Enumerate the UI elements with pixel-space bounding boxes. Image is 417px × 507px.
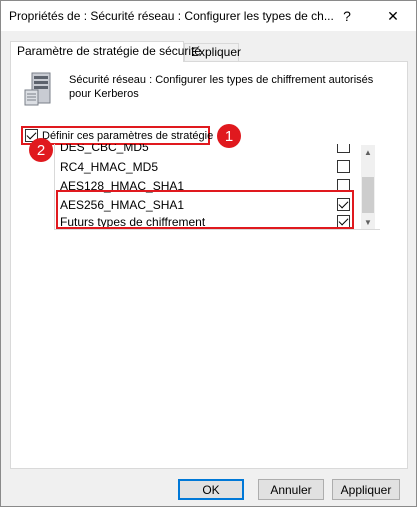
apply-button[interactable]: Appliquer [332, 479, 400, 500]
list-scrollbar[interactable]: ▲ ▼ [361, 145, 375, 229]
list-item-label: RC4_HMAC_MD5 [60, 160, 159, 174]
scroll-thumb[interactable] [362, 177, 374, 213]
ok-button[interactable]: OK [178, 479, 244, 500]
server-policy-icon [24, 72, 51, 106]
scroll-down-arrow-icon[interactable]: ▼ [361, 215, 375, 229]
list-item-des-cbc-md5[interactable]: DES_CBC_MD5 [55, 144, 365, 156]
list-item-rc4-hmac-md5[interactable]: RC4_HMAC_MD5 [55, 157, 365, 176]
callout-badge-2: 2 [29, 138, 53, 162]
tab-panel: Sécurité réseau : Configurer les types d… [10, 61, 408, 469]
callout-highlight-2 [56, 190, 354, 229]
title-bar: Propriétés de : Sécurité réseau : Config… [1, 1, 416, 31]
window-title: Propriétés de : Sécurité réseau : Config… [9, 9, 334, 23]
cancel-button[interactable]: Annuler [258, 479, 324, 500]
policy-description: Sécurité réseau : Configurer les types d… [69, 74, 374, 100]
properties-dialog: Propriétés de : Sécurité réseau : Config… [0, 0, 417, 507]
list-item-checkbox[interactable] [337, 144, 350, 153]
close-button[interactable]: ✕ [370, 1, 416, 31]
list-item-checkbox[interactable] [337, 160, 350, 173]
tab-security-policy-setting[interactable]: Paramètre de stratégie de sécurité [10, 41, 201, 62]
scroll-up-arrow-icon[interactable]: ▲ [361, 145, 375, 159]
define-policy-label: Définir ces paramètres de stratégie [42, 129, 214, 142]
list-item-label: DES_CBC_MD5 [60, 144, 149, 154]
help-button[interactable]: ? [324, 1, 370, 31]
